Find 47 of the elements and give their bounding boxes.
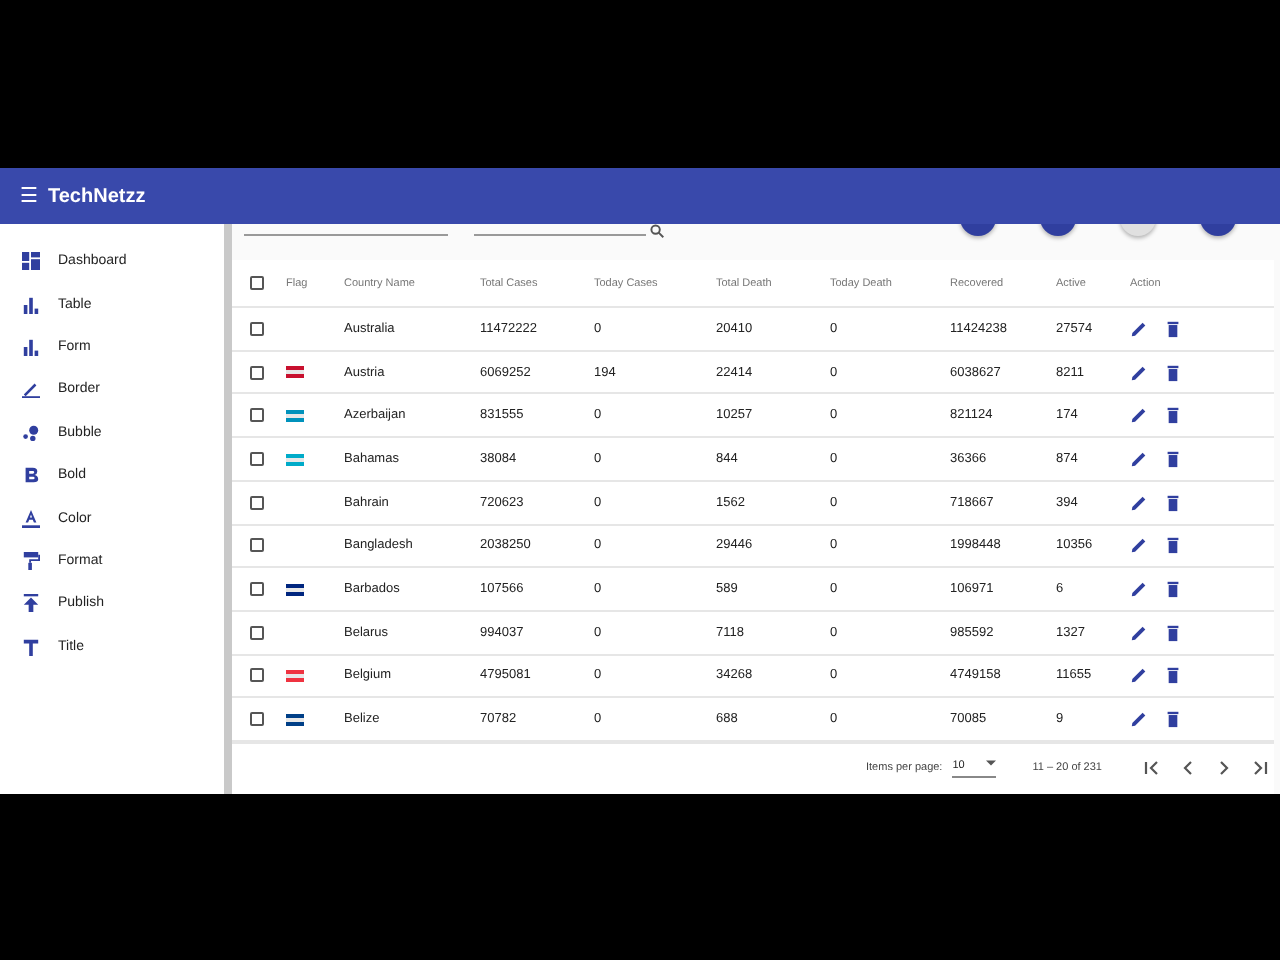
dashboard-icon: [22, 252, 40, 271]
checkbox[interactable]: [250, 712, 264, 727]
search-icon[interactable]: [650, 224, 664, 238]
checkbox[interactable]: [250, 276, 264, 291]
last-page-button[interactable]: [1249, 758, 1270, 779]
delete-button[interactable]: [1164, 450, 1182, 468]
title-icon: [22, 637, 40, 656]
bubble-icon: [22, 423, 40, 442]
bold-icon: [22, 466, 40, 485]
caret-icon: [986, 759, 997, 766]
edit-button[interactable]: [1130, 623, 1148, 642]
checkbox[interactable]: [250, 668, 264, 683]
edit-button[interactable]: [1130, 406, 1148, 425]
menu-icon[interactable]: ☰: [20, 184, 38, 208]
first-page-button[interactable]: [1141, 758, 1162, 779]
bars-icon: [22, 337, 40, 356]
delete-button[interactable]: [1164, 623, 1182, 642]
delete-button[interactable]: [1164, 536, 1182, 555]
checkbox[interactable]: [250, 365, 264, 380]
color-icon: [22, 509, 40, 528]
delete-button[interactable]: [1164, 580, 1182, 599]
delete-button[interactable]: [1164, 406, 1182, 425]
bars-icon: [22, 295, 40, 314]
checkbox[interactable]: [250, 495, 264, 510]
edit-button[interactable]: [1130, 710, 1148, 729]
edit-button[interactable]: [1130, 666, 1148, 685]
pen-icon: [22, 380, 40, 399]
edit-button[interactable]: [1130, 363, 1148, 382]
delete-button[interactable]: [1164, 493, 1182, 512]
delete-button[interactable]: [1164, 319, 1182, 338]
edit-button[interactable]: [1130, 319, 1148, 338]
checkbox[interactable]: [250, 625, 264, 640]
checkbox[interactable]: [250, 452, 264, 466]
app-title: TechNetzz: [48, 185, 146, 207]
checkbox[interactable]: [250, 582, 264, 597]
edit-button[interactable]: [1130, 580, 1148, 599]
edit-button[interactable]: [1130, 450, 1148, 468]
edit-button[interactable]: [1130, 493, 1148, 512]
publish-icon: [22, 594, 40, 613]
roller-icon: [22, 551, 40, 570]
delete-button[interactable]: [1164, 363, 1182, 382]
checkbox[interactable]: [250, 408, 264, 423]
edit-button[interactable]: [1130, 536, 1148, 555]
checkbox[interactable]: [250, 321, 264, 336]
delete-button[interactable]: [1164, 666, 1182, 685]
checkbox[interactable]: [250, 538, 264, 553]
delete-button[interactable]: [1164, 710, 1182, 729]
